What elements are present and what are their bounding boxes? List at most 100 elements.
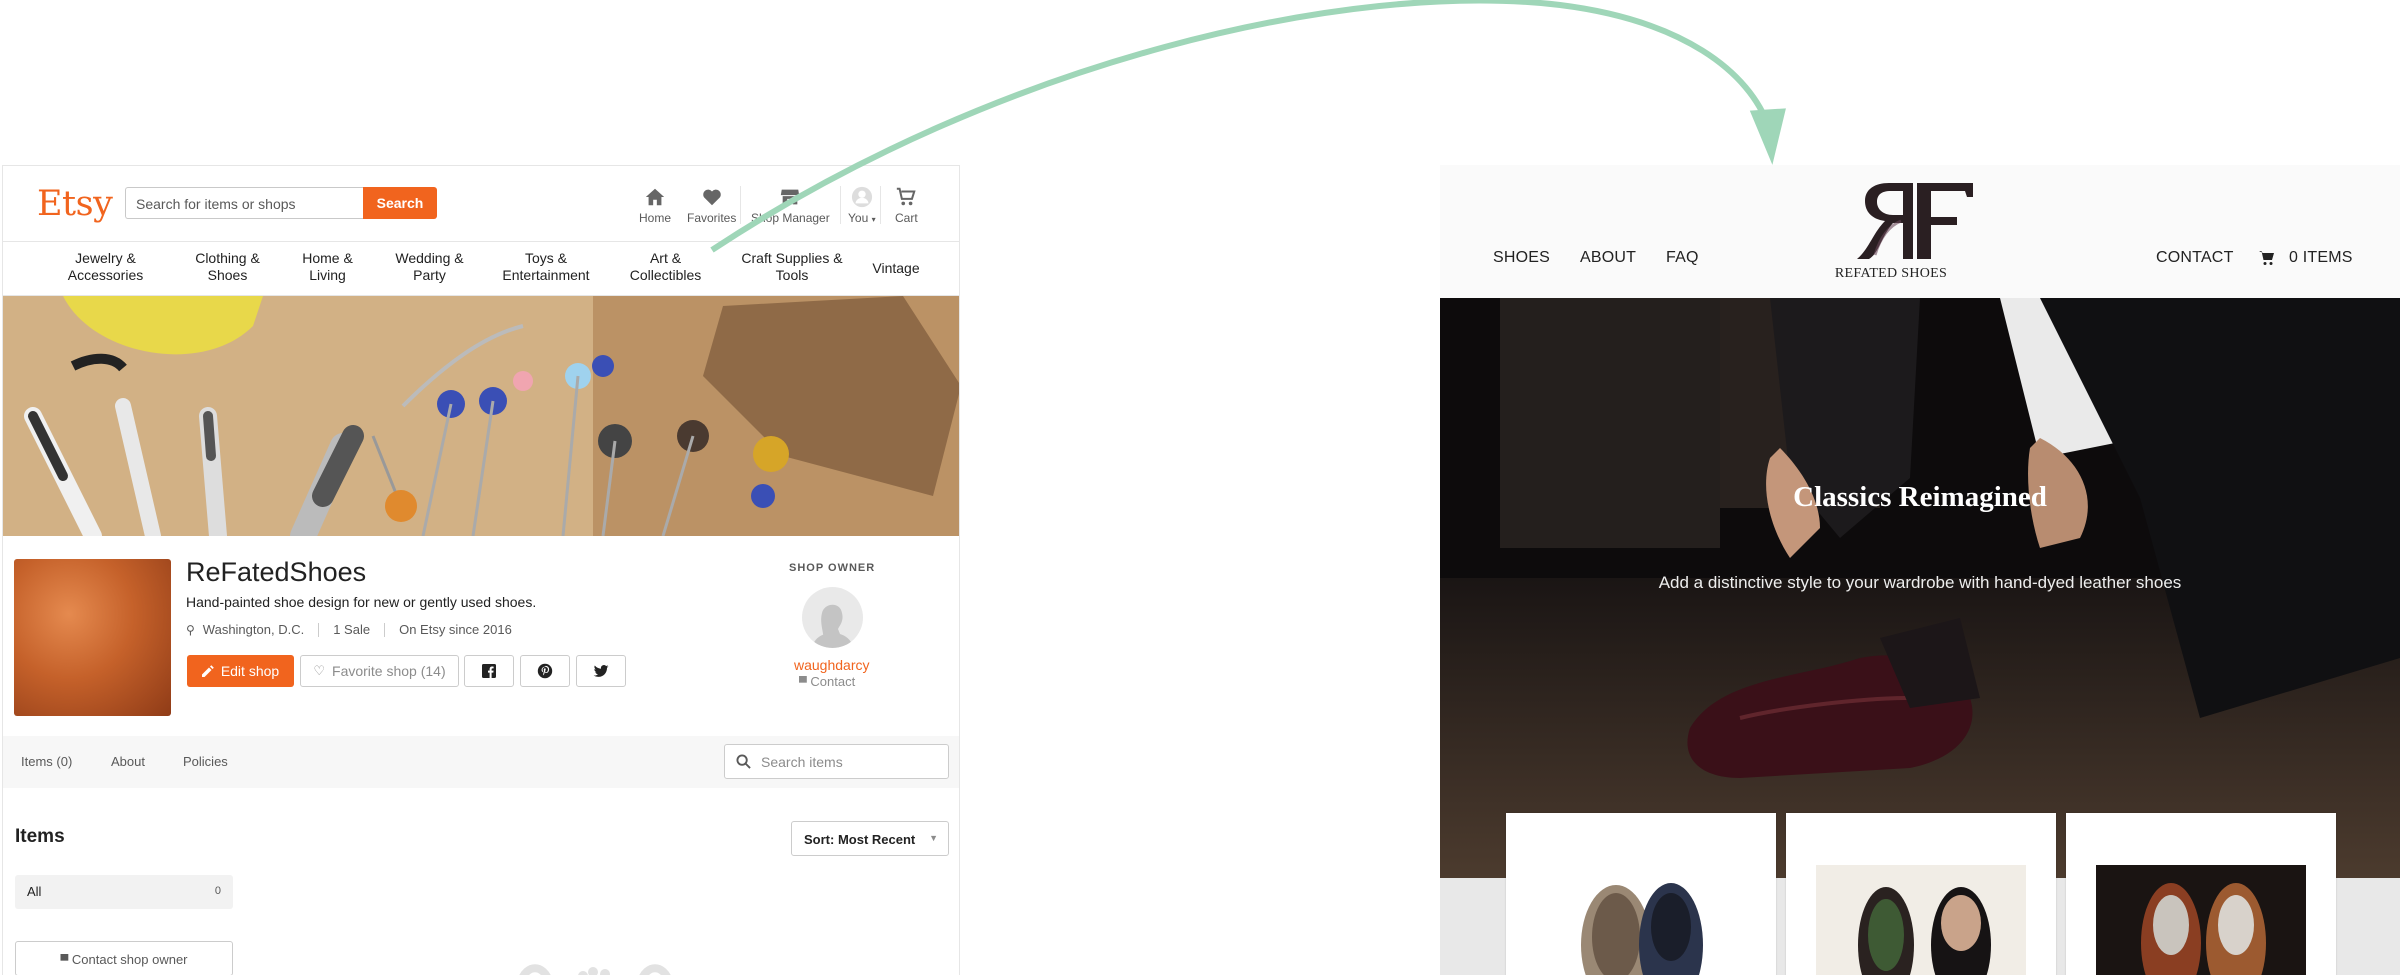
contact-shop-owner-label: Contact shop owner (71, 952, 188, 967)
nav-you[interactable]: You ▾ (848, 186, 876, 225)
message-icon: ▀ (60, 955, 69, 967)
home-icon (645, 188, 665, 206)
rf-monogram-logo[interactable] (1851, 175, 1981, 263)
message-icon: ▀ (799, 677, 807, 689)
hero-subtitle: Add a distinctive style to your wardrobe… (1658, 573, 2182, 592)
etsy-search-button[interactable]: Search (363, 187, 437, 219)
shop-banner-image (3, 296, 959, 536)
owner-contact-link[interactable]: ▀ Contact (799, 674, 855, 689)
heart-outline-icon: ♡ (313, 663, 326, 678)
nav-shoes[interactable]: SHOES (1493, 249, 1550, 267)
search-icon (736, 754, 751, 769)
etsy-logo[interactable]: Etsy (37, 184, 113, 224)
hero-title: Classics Reimagined (1793, 481, 2047, 513)
twitter-share-button[interactable] (576, 655, 626, 687)
cart-count[interactable]: 0 ITEMS (2289, 249, 2353, 267)
nav-cart-label: Cart (895, 211, 918, 225)
etsy-search-input[interactable]: Search for items or shops (125, 187, 363, 219)
nav-shop-manager-label: Shop Manager (751, 211, 830, 225)
location-pin-icon: ⚲ (186, 622, 195, 637)
nav-cart[interactable]: Cart (895, 186, 918, 225)
default-avatar-icon (812, 604, 854, 648)
favorite-shop-button[interactable]: ♡ Favorite shop (14) (300, 655, 459, 687)
items-search-placeholder: Search items (761, 754, 843, 770)
hero-banner: Classics Reimagined Add a distinctive st… (1440, 298, 2400, 878)
favorite-shop-label: Favorite shop (14) (332, 663, 446, 679)
empty-state-illustration (519, 964, 671, 975)
owner-avatar[interactable] (802, 587, 863, 648)
shop-owner-label: SHOP OWNER (789, 562, 876, 574)
shop-location: Washington, D.C. (202, 622, 305, 637)
items-heading: Items (15, 826, 65, 847)
tab-policies[interactable]: Policies (183, 754, 228, 769)
items-search-input[interactable]: Search items (724, 744, 949, 779)
product-photo (1581, 883, 1703, 975)
category-toys[interactable]: Toys & Entertainment (491, 250, 601, 284)
caret-down-icon: ▼ (929, 833, 938, 843)
heart-icon (702, 189, 721, 206)
sort-label: Sort: Most Recent (804, 832, 916, 847)
nav-about[interactable]: ABOUT (1580, 249, 1636, 267)
category-wedding[interactable]: Wedding & Party (387, 250, 472, 284)
product-card[interactable] (2066, 813, 2336, 975)
category-art[interactable]: Art & Collectibles (623, 250, 708, 284)
category-vintage[interactable]: Vintage (865, 260, 927, 277)
nav-you-label: You ▾ (848, 211, 876, 225)
contact-shop-owner-button[interactable]: ▀ Contact shop owner (15, 941, 233, 975)
pinterest-icon (537, 663, 553, 679)
nav-divider (740, 186, 741, 224)
edit-shop-button[interactable]: Edit shop (187, 655, 294, 687)
user-avatar-icon (851, 186, 872, 208)
shop-description: Hand-painted shoe design for new or gent… (186, 594, 537, 610)
section-all-label: All (27, 884, 42, 899)
nav-divider (840, 186, 841, 224)
facebook-share-button[interactable] (464, 655, 514, 687)
nav-favorites-label: Favorites (687, 211, 737, 225)
etsy-header: Etsy Search for items or shops Search Ho… (3, 166, 959, 241)
product-card[interactable] (1506, 813, 1776, 975)
edit-shop-label: Edit shop (220, 663, 280, 679)
category-jewelry[interactable]: Jewelry & Accessories (63, 250, 148, 284)
cart-icon[interactable] (2259, 250, 2275, 266)
shop-icon (781, 189, 800, 205)
meta-divider (318, 622, 320, 637)
section-all[interactable]: All 0 (15, 875, 233, 909)
tab-items[interactable]: Items (0) (21, 754, 72, 769)
cart-icon (897, 187, 916, 206)
category-craft[interactable]: Craft Supplies & Tools (729, 250, 855, 284)
tab-about[interactable]: About (111, 754, 145, 769)
nav-home[interactable]: Home (639, 186, 671, 225)
craft-tools-illustration (3, 296, 959, 536)
product-card[interactable] (1786, 813, 2056, 975)
category-clothing[interactable]: Clothing & Shoes (185, 250, 270, 284)
pinterest-share-button[interactable] (520, 655, 570, 687)
shop-name: ReFatedShoes (186, 557, 367, 587)
product-photo (1816, 865, 2026, 975)
logo-wordmark: REFATED SHOES (1834, 266, 1948, 281)
etsy-shop-page: Etsy Search for items or shops Search Ho… (2, 165, 960, 975)
shop-avatar (14, 559, 171, 716)
twitter-icon (593, 665, 609, 677)
shop-since: On Etsy since 2016 (399, 622, 512, 637)
owner-contact-label: Contact (810, 674, 856, 689)
nav-contact[interactable]: CONTACT (2156, 249, 2234, 267)
category-home[interactable]: Home & Living (290, 250, 365, 284)
facebook-icon (482, 664, 496, 678)
pencil-icon (201, 665, 214, 677)
nav-home-label: Home (639, 211, 672, 225)
shop-info: ReFatedShoes Hand-painted shoe design fo… (3, 536, 959, 736)
nav-shop-manager[interactable]: Shop Manager (751, 186, 830, 225)
chevron-down-icon: ▾ (871, 215, 876, 224)
nav-favorites[interactable]: Favorites (687, 186, 736, 225)
product-photo (2096, 865, 2306, 975)
sort-dropdown[interactable]: Sort: Most Recent ▼ (791, 821, 949, 856)
meta-divider (384, 622, 386, 637)
nav-faq[interactable]: FAQ (1666, 249, 1699, 267)
owner-username[interactable]: waughdarcy (794, 657, 870, 673)
shop-tabs: Items (0) About Policies Search items (3, 736, 959, 788)
shop-meta: ⚲ Washington, D.C. 1 Sale On Etsy since … (186, 622, 512, 637)
category-nav: Jewelry & Accessories Clothing & Shoes Hom… (3, 241, 959, 296)
section-all-count: 0 (214, 885, 221, 897)
shop-sales[interactable]: 1 Sale (333, 622, 370, 637)
refated-shoes-site: SHOES ABOUT FAQ REFATED SHOES CONTACT 0 … (1440, 165, 2400, 975)
